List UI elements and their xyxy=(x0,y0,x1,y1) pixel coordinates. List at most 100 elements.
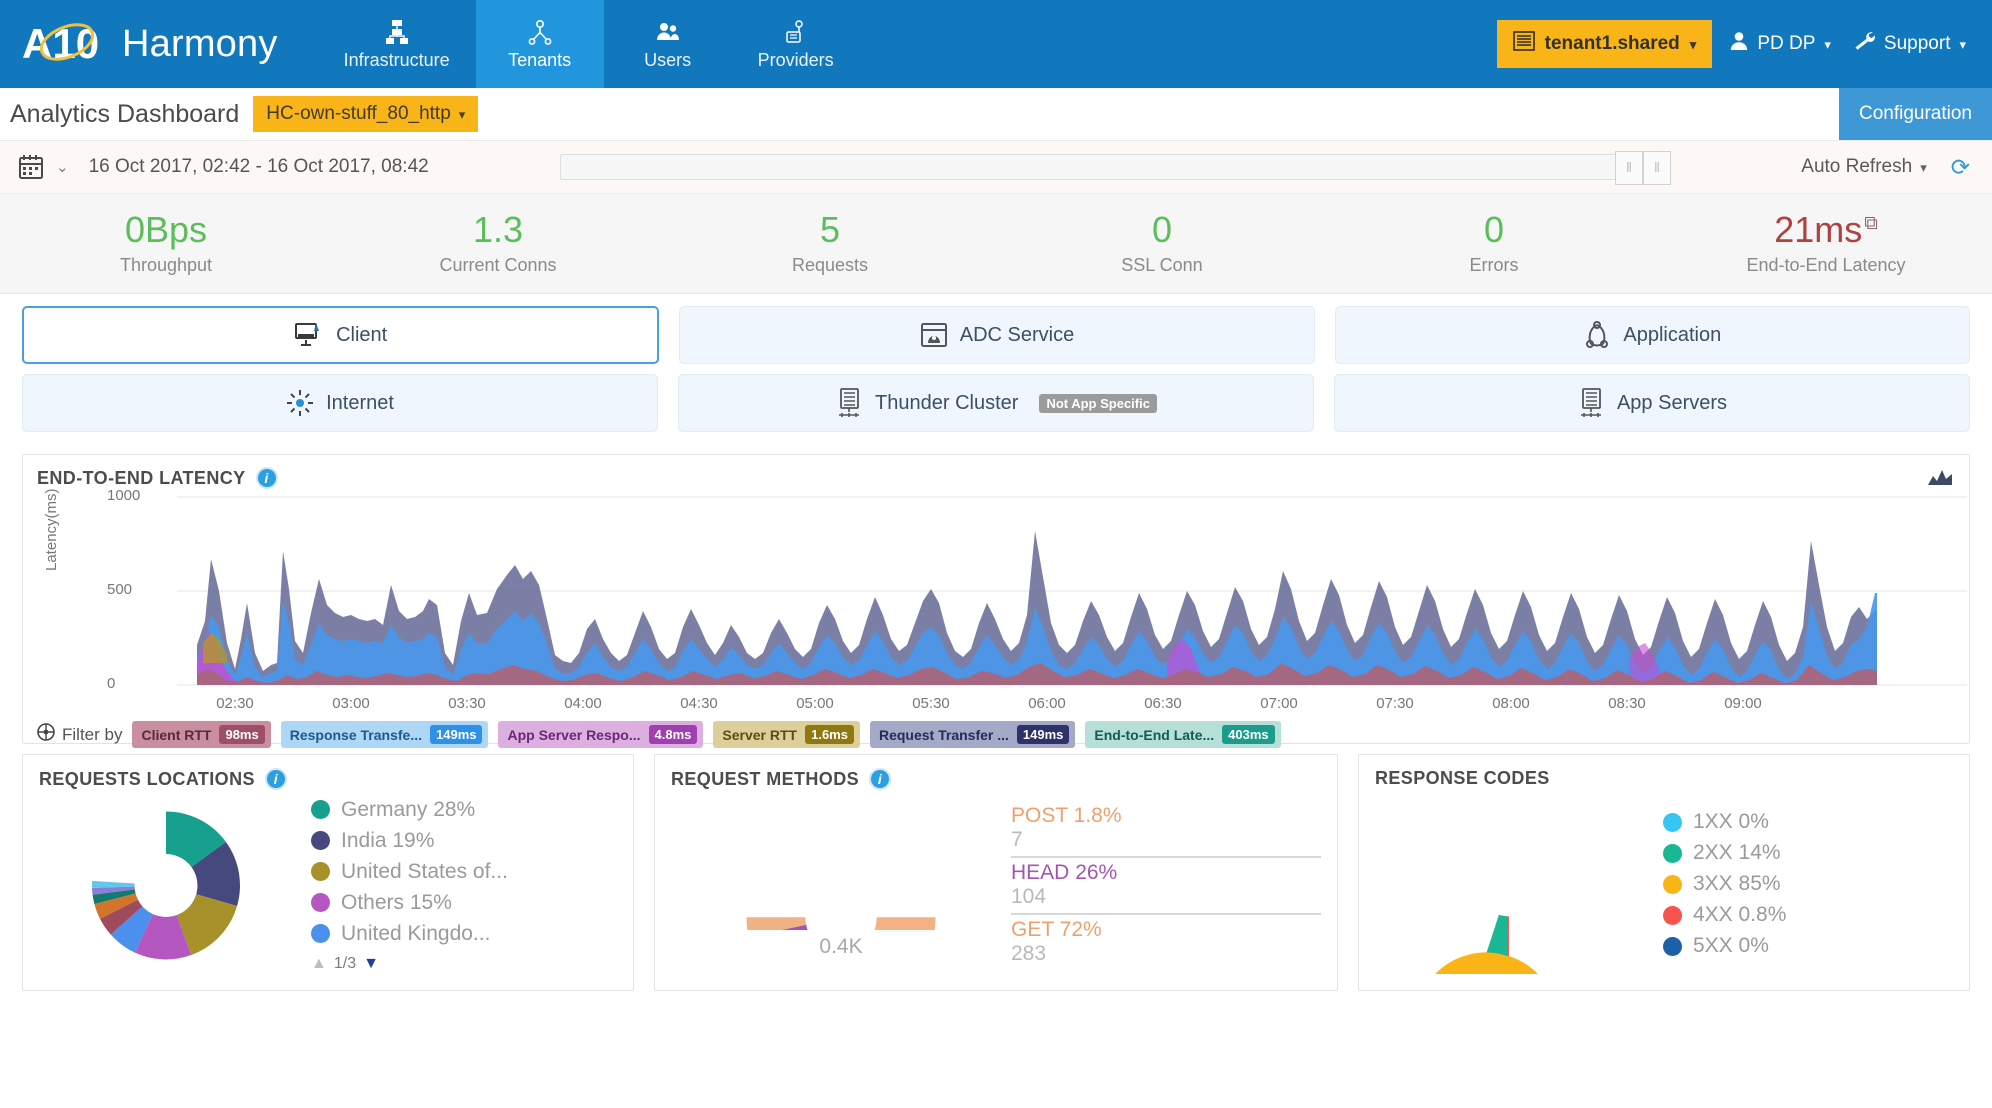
legend-item[interactable]: United States of... xyxy=(311,860,508,884)
calendar-icon[interactable] xyxy=(18,154,44,180)
time-slider-track[interactable]: ⦀ ⦀ xyxy=(560,151,1671,185)
user-icon xyxy=(1730,31,1748,57)
kpi-value: 0 xyxy=(1483,208,1505,250)
app-selector[interactable]: HC-own-stuff_80_http ▾ xyxy=(253,96,479,132)
chevron-down-icon: ▾ xyxy=(1824,36,1831,52)
method-name: HEAD xyxy=(1011,860,1070,884)
locations-donut-chart[interactable] xyxy=(61,793,271,978)
external-link-icon[interactable]: ⧉ xyxy=(1864,213,1878,234)
method-post-label[interactable]: POST 1.8% xyxy=(1011,801,1321,828)
requests-locations-panel: REQUESTS LOCATIONS i Germany 28% India 1… xyxy=(22,754,634,991)
method-head-label[interactable]: HEAD 26% xyxy=(1011,858,1321,885)
methods-gauge-chart[interactable] xyxy=(736,812,946,1012)
filter-chip-response-transfer[interactable]: Response Transfe... 149ms xyxy=(280,721,489,748)
legend-color-dot xyxy=(311,862,330,881)
time-slider[interactable]: ⦀ ⦀ xyxy=(441,151,1790,185)
tenant-list-icon xyxy=(1512,31,1535,57)
x-tick: 04:00 xyxy=(564,695,602,712)
time-slider-handle-right[interactable]: ⦀ xyxy=(1643,151,1671,185)
legend-label: 1XX 0% xyxy=(1693,810,1769,833)
x-tick: 08:00 xyxy=(1492,695,1530,712)
method-get-label[interactable]: GET 72% xyxy=(1011,915,1321,942)
legend-item[interactable]: India 19% xyxy=(311,829,508,853)
configuration-tab[interactable]: Configuration xyxy=(1838,88,1992,140)
info-icon[interactable]: i xyxy=(255,467,278,489)
latency-chart[interactable]: Latency(ms) 1000 500 0 xyxy=(37,487,1967,693)
legend-item[interactable]: United Kingdo... xyxy=(311,922,508,946)
filter-chip-app-server-response[interactable]: App Server Respo... 4.8ms xyxy=(498,721,704,748)
chip-name: Server RTT xyxy=(722,726,798,743)
x-tick: 04:30 xyxy=(680,695,718,712)
application-graph-icon xyxy=(1583,321,1611,349)
filter-by-label[interactable]: Filter by xyxy=(37,723,122,746)
legend-item[interactable]: 4XX 0.8% xyxy=(1663,903,1786,927)
nav-right-group: tenant1.shared ▾ PD DP ▾ Support ▾ xyxy=(1496,0,1992,88)
filter-chip-request-transfer[interactable]: Request Transfer ... 149ms xyxy=(869,721,1076,748)
refresh-icon[interactable]: ⟳ xyxy=(1951,154,1970,181)
methods-chart-row: 0.4K POST 1.8% 7 HEAD 26% 104 GET 72% 28… xyxy=(671,790,1321,1012)
nav-item-providers[interactable]: Providers xyxy=(732,0,860,88)
info-icon[interactable]: i xyxy=(869,768,892,790)
date-range-value[interactable]: 16 Oct 2017, 02:42 - 16 Oct 2017, 08:42 xyxy=(89,156,429,178)
method-head-count: 104 xyxy=(1011,885,1321,915)
legend-color-dot xyxy=(311,800,330,819)
page-title: Analytics Dashboard xyxy=(10,99,240,128)
nav-item-users[interactable]: Users xyxy=(604,0,732,88)
chevron-down-icon: ▾ xyxy=(1689,36,1697,52)
date-range-bar: ⌄ 16 Oct 2017, 02:42 - 16 Oct 2017, 08:4… xyxy=(0,141,1992,194)
methods-legend: POST 1.8% 7 HEAD 26% 104 GET 72% 283 xyxy=(1011,801,1321,970)
panel-title: END-TO-END LATENCY i xyxy=(37,467,1955,489)
legend-pager: ▲ 1/3 ▼ xyxy=(311,955,508,973)
tile-thunder-cluster[interactable]: Thunder Cluster Not App Specific xyxy=(678,374,1314,432)
time-slider-handles[interactable]: ⦀ ⦀ xyxy=(1615,151,1671,185)
request-methods-panel: REQUEST METHODS i 0.4K POST 1.8% 7 HEAD … xyxy=(654,754,1338,1012)
time-slider-handle-left[interactable]: ⦀ xyxy=(1615,151,1643,185)
page-down-icon[interactable]: ▼ xyxy=(363,955,379,973)
legend-item[interactable]: 5XX 0% xyxy=(1663,934,1786,958)
chip-value: 1.6ms xyxy=(805,725,854,744)
legend-item[interactable]: 3XX 85% xyxy=(1663,872,1786,896)
panel-title-text: END-TO-END LATENCY xyxy=(37,467,246,488)
chip-name: Response Transfe... xyxy=(289,726,422,743)
methods-total-label: 0.4K xyxy=(819,934,863,958)
auto-refresh-label: Auto Refresh xyxy=(1801,156,1913,177)
filter-chip-server-rtt[interactable]: Server RTT 1.6ms xyxy=(713,721,860,748)
tile-application[interactable]: Application xyxy=(1334,306,1970,364)
page-up-icon[interactable]: ▲ xyxy=(311,955,327,973)
response-codes-donut-chart[interactable] xyxy=(1409,794,1609,974)
tile-client[interactable]: Client xyxy=(22,306,660,364)
kpi-row: 0Bps Throughput 1.3 Current Conns 5 Requ… xyxy=(0,194,1992,294)
tile-app-servers[interactable]: App Servers xyxy=(1334,374,1970,432)
kpi-value-wrap: 21ms ⧉ xyxy=(1660,210,1992,249)
auto-refresh-dropdown[interactable]: Auto Refresh ▾ xyxy=(1801,156,1926,178)
support-menu[interactable]: Support ▾ xyxy=(1853,31,1966,57)
tile-adc-service[interactable]: ADC Service xyxy=(679,306,1315,364)
legend-item[interactable]: Others 15% xyxy=(311,891,508,915)
user-menu[interactable]: PD DP ▾ xyxy=(1730,31,1831,57)
legend-item[interactable]: 2XX 14% xyxy=(1663,841,1786,865)
filter-chip-client-rtt[interactable]: Client RTT 98ms xyxy=(132,721,271,748)
date-dropdown-chevron-icon[interactable]: ⌄ xyxy=(56,158,69,176)
legend-item[interactable]: Germany 28% xyxy=(311,798,508,822)
filter-chip-end-to-end-latency[interactable]: End-to-End Late... 403ms xyxy=(1085,721,1281,748)
kpi-errors: 0 Errors xyxy=(1328,208,1660,277)
wrench-icon xyxy=(1853,31,1875,57)
method-name: POST xyxy=(1011,803,1068,827)
tile-internet[interactable]: Internet xyxy=(22,374,658,432)
tile-label: App Servers xyxy=(1616,391,1728,414)
tile-label: ADC Service xyxy=(959,323,1075,346)
x-tick: 03:00 xyxy=(332,695,370,712)
nav-item-infrastructure[interactable]: Infrastructure xyxy=(318,0,476,88)
legend-item[interactable]: 1XX 0% xyxy=(1663,810,1786,834)
x-tick: 02:30 xyxy=(216,695,254,712)
chip-value: 149ms xyxy=(430,725,483,744)
response-codes-panel: RESPONSE CODES 1XX 0% 2XX 14% 3XX 85% 4X… xyxy=(1358,754,1970,991)
thunder-cluster-icon xyxy=(835,388,863,418)
tenant-selector[interactable]: tenant1.shared ▾ xyxy=(1496,20,1713,68)
kpi-label: Throughput xyxy=(119,255,213,276)
legend-color-dot xyxy=(1663,843,1682,863)
legend-label: Germany 28% xyxy=(341,797,476,821)
info-icon[interactable]: i xyxy=(264,768,287,790)
nav-item-tenants[interactable]: Tenants xyxy=(475,0,604,88)
chart-menu-icon[interactable] xyxy=(1927,469,1953,492)
